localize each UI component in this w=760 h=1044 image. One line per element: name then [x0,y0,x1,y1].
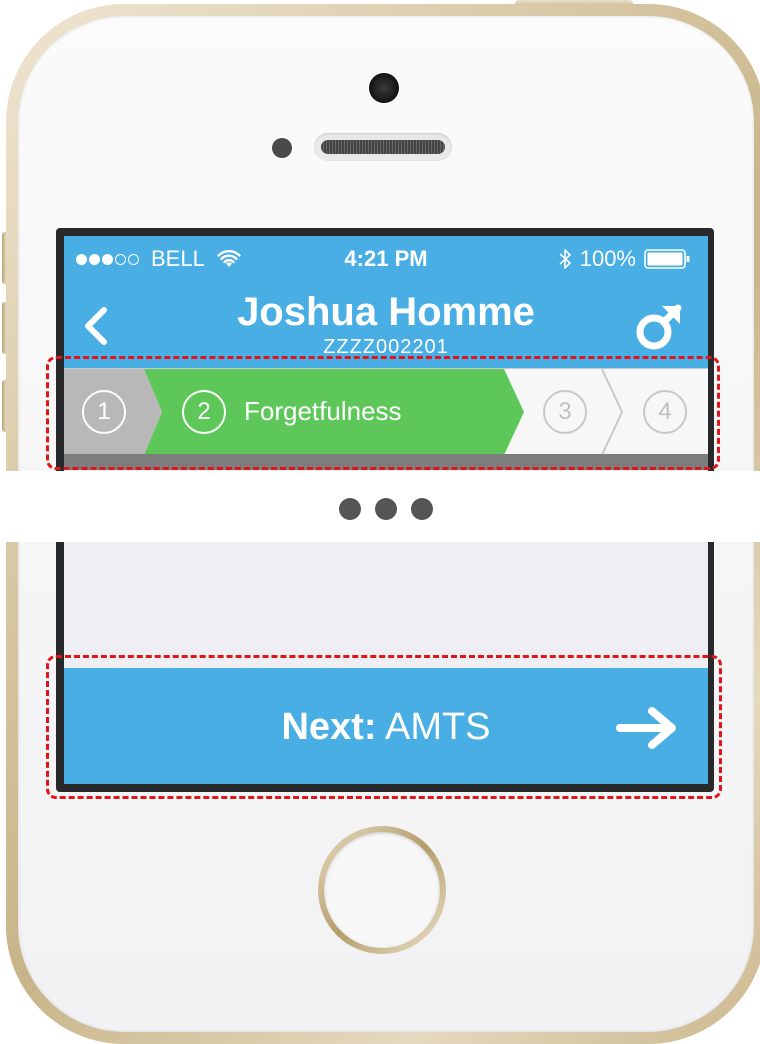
male-icon[interactable] [634,300,686,352]
status-bar: BELL 4:21 PM 100% [64,236,708,280]
home-button-face[interactable] [324,832,440,948]
stepper-highlight [46,356,720,470]
proximity-sensor [272,138,292,158]
bluetooth-icon [559,249,571,269]
front-camera [369,73,399,103]
ellipsis-icon [339,498,433,520]
battery-percent: 100% [579,246,636,271]
earpiece-grill [321,140,445,154]
app-header: BELL 4:21 PM 100% Joshua Homme ZZZZ00220… [64,236,708,368]
next-button-highlight [46,655,722,799]
patient-name: Joshua Homme [237,290,535,334]
battery-icon [644,249,690,269]
